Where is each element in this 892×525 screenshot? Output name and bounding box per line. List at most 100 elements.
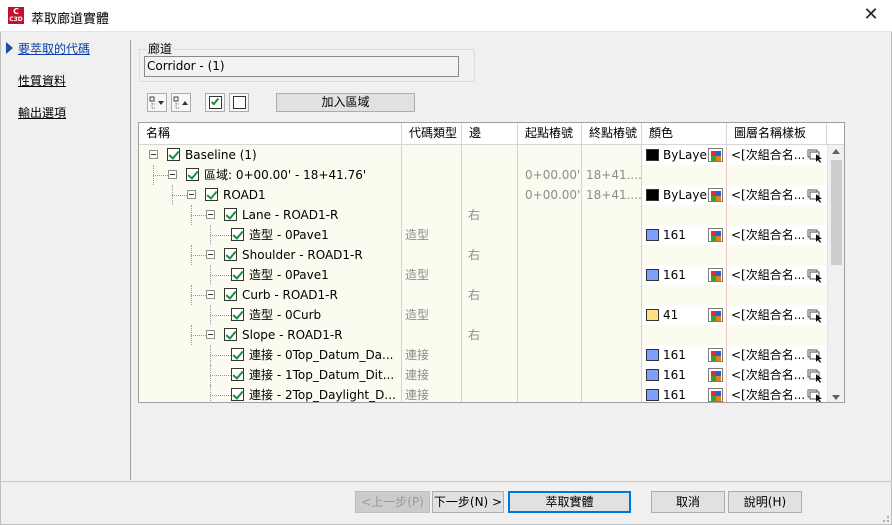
layer-name-editor-icon[interactable] <box>807 368 823 383</box>
layer-template-cell[interactable]: <[次組合名... <box>727 305 827 325</box>
color-picker-icon[interactable] <box>708 348 723 362</box>
row-checkbox[interactable] <box>231 388 244 401</box>
row-name: 造型 - 0Pave1 <box>249 268 329 282</box>
layer-name-editor-icon[interactable] <box>807 388 823 402</box>
add-region-button[interactable]: 加入區域 <box>276 93 415 112</box>
collapse-all-button[interactable] <box>171 93 191 112</box>
table-row[interactable]: Lane - ROAD1-R 右 <box>139 205 827 225</box>
row-name: Baseline (1) <box>185 148 257 162</box>
table-row[interactable]: 造型 - 0Curb 造型 41 <[次組合名... <box>139 305 827 325</box>
col-header-end-station[interactable]: 終點樁號 <box>582 123 642 144</box>
table-row[interactable]: Baseline (1) ByLayer <[次組合名... <box>139 145 827 165</box>
collapse-icon[interactable] <box>187 190 196 199</box>
color-cell[interactable]: ByLayer <box>642 145 726 165</box>
layer-name-editor-icon[interactable] <box>807 268 823 283</box>
color-cell[interactable]: ByLayer <box>642 185 726 205</box>
color-picker-icon[interactable] <box>708 268 723 282</box>
table-row[interactable]: 連接 - 1Top_Datum_Dit... 連接 161 <[次組合名... <box>139 365 827 385</box>
color-cell[interactable]: 161 <box>642 225 726 245</box>
col-header-start-station[interactable]: 起點樁號 <box>518 123 582 144</box>
expand-all-button[interactable] <box>147 93 167 112</box>
nav-item-output-options[interactable]: 輸出選項 <box>18 104 66 121</box>
check-all-button[interactable] <box>205 93 225 112</box>
col-header-layer-template[interactable]: 圖層名稱樣板 <box>727 123 827 144</box>
table-row[interactable]: ROAD1 0+00.00' 18+41.... ByLayer <[次組合名... <box>139 185 827 205</box>
extract-button[interactable]: 萃取實體 <box>508 491 631 513</box>
layer-template-cell[interactable]: <[次組合名... <box>727 365 827 385</box>
table-row[interactable]: 連接 - 2Top_Daylight_D... 連接 161 <[次組合名... <box>139 385 827 402</box>
collapse-icon[interactable] <box>206 210 215 219</box>
layer-template-cell[interactable]: <[次組合名... <box>727 145 827 165</box>
color-cell[interactable]: 41 <box>642 305 726 325</box>
grid-vertical-scrollbar[interactable] <box>827 145 844 402</box>
row-checkbox[interactable] <box>186 168 199 181</box>
col-header-color[interactable]: 顏色 <box>642 123 727 144</box>
color-cell[interactable]: 161 <box>642 385 726 402</box>
table-row[interactable]: Slope - ROAD1-R 右 <box>139 325 827 345</box>
table-row[interactable]: Curb - ROAD1-R 右 <box>139 285 827 305</box>
row-checkbox[interactable] <box>224 208 237 221</box>
col-header-code-type[interactable]: 代碼類型 <box>402 123 462 144</box>
color-picker-icon[interactable] <box>708 228 723 242</box>
layer-name-editor-icon[interactable] <box>807 228 823 243</box>
scroll-down-icon[interactable] <box>832 395 840 400</box>
scroll-up-icon[interactable] <box>832 149 840 154</box>
row-code-type: 造型 <box>405 268 430 282</box>
table-row[interactable]: 造型 - 0Pave1 造型 161 <[次組合名... <box>139 225 827 245</box>
uncheck-all-button[interactable] <box>229 93 249 112</box>
color-cell[interactable]: 161 <box>642 365 726 385</box>
collapse-icon[interactable] <box>206 330 215 339</box>
color-picker-icon[interactable] <box>708 188 723 202</box>
row-checkbox[interactable] <box>231 228 244 241</box>
resize-grip-icon[interactable] <box>880 513 890 523</box>
col-header-name[interactable]: 名稱 <box>139 123 402 144</box>
color-cell[interactable]: 161 <box>642 265 726 285</box>
row-start-station <box>525 345 581 365</box>
next-button[interactable]: 下一步(N) > <box>432 491 504 513</box>
collapse-icon[interactable] <box>206 250 215 259</box>
collapse-icon[interactable] <box>206 290 215 299</box>
color-cell[interactable]: 161 <box>642 345 726 365</box>
table-row[interactable]: 連接 - 0Top_Datum_Da... 連接 161 <[次組合名... <box>139 345 827 365</box>
row-code-type <box>405 205 459 225</box>
row-checkbox[interactable] <box>205 188 218 201</box>
row-checkbox[interactable] <box>167 148 180 161</box>
col-header-side[interactable]: 邊 <box>462 123 518 144</box>
layer-template-cell[interactable]: <[次組合名... <box>727 225 827 245</box>
layer-name-editor-icon[interactable] <box>807 148 823 163</box>
nav-item-properties[interactable]: 性質資料 <box>18 72 66 89</box>
table-row[interactable]: Shoulder - ROAD1-R 右 <box>139 245 827 265</box>
layer-template-cell[interactable]: <[次組合名... <box>727 185 827 205</box>
row-checkbox[interactable] <box>224 288 237 301</box>
layer-template-cell[interactable]: <[次組合名... <box>727 345 827 365</box>
row-start-station: 0+00.00' <box>525 168 581 182</box>
nav-item-codes[interactable]: 要萃取的代碼 <box>18 40 90 57</box>
row-checkbox[interactable] <box>231 348 244 361</box>
back-button[interactable]: <上一步(P) <box>355 491 430 513</box>
scroll-thumb[interactable] <box>831 160 842 265</box>
table-row[interactable]: 造型 - 0Pave1 造型 161 <[次組合名... <box>139 265 827 285</box>
collapse-icon[interactable] <box>149 150 158 159</box>
cancel-button[interactable]: 取消 <box>651 491 725 513</box>
layer-name-editor-icon[interactable] <box>807 348 823 363</box>
color-picker-icon[interactable] <box>708 148 723 162</box>
help-button[interactable]: 說明(H) <box>728 491 802 513</box>
color-value: 41 <box>663 308 679 322</box>
tree-connector <box>210 305 211 325</box>
row-end-station <box>586 365 641 385</box>
color-picker-icon[interactable] <box>708 308 723 322</box>
row-checkbox[interactable] <box>224 248 237 261</box>
row-checkbox[interactable] <box>231 308 244 321</box>
collapse-icon[interactable] <box>168 170 177 179</box>
row-checkbox[interactable] <box>224 328 237 341</box>
layer-name-editor-icon[interactable] <box>807 308 823 323</box>
table-row[interactable]: 區域: 0+00.00' - 18+41.76' 0+00.00' 18+41...… <box>139 165 827 185</box>
close-icon[interactable]: ✕ <box>860 4 882 26</box>
row-checkbox[interactable] <box>231 368 244 381</box>
layer-template-cell[interactable]: <[次組合名... <box>727 385 827 402</box>
layer-name-editor-icon[interactable] <box>807 188 823 203</box>
color-picker-icon[interactable] <box>708 388 723 402</box>
color-picker-icon[interactable] <box>708 368 723 382</box>
layer-template-cell[interactable]: <[次組合名... <box>727 265 827 285</box>
row-checkbox[interactable] <box>231 268 244 281</box>
